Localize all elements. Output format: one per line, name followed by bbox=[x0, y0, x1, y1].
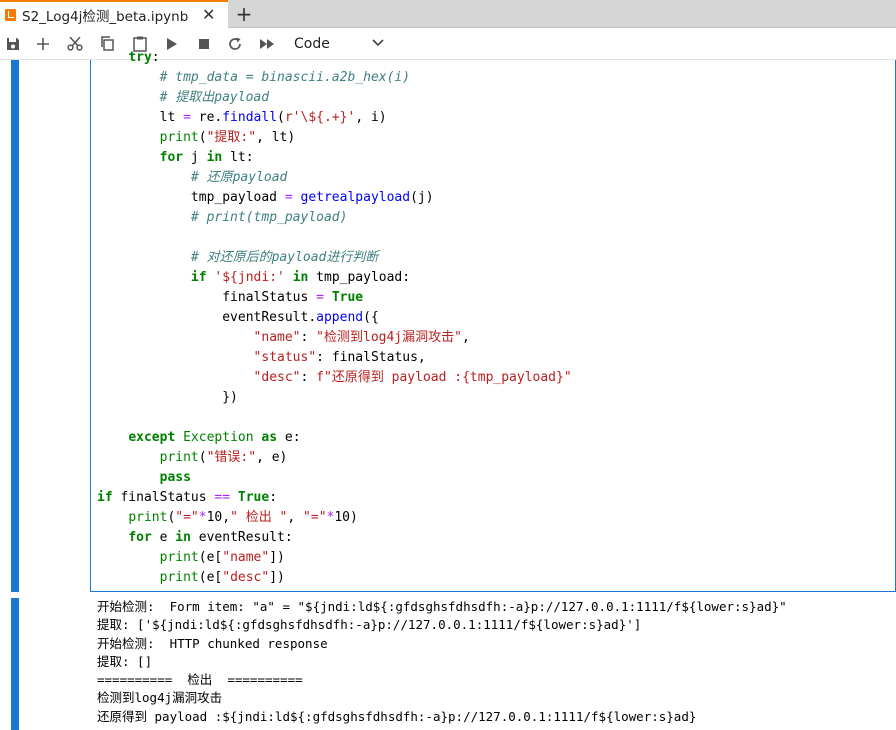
insert-cell-button[interactable] bbox=[32, 28, 54, 59]
code-line[interactable]: }) bbox=[97, 390, 238, 405]
notebook-tab[interactable]: S2_Log4j检测_beta.ipynb ✕ bbox=[0, 0, 228, 28]
new-tab-button[interactable]: + bbox=[229, 0, 259, 27]
code-line[interactable]: finalStatus = True bbox=[97, 290, 363, 305]
close-tab-icon[interactable]: ✕ bbox=[202, 5, 215, 24]
output-line: 提取: ['${jndi:ld${:gfdsghsfdhsdfh:-a}p://… bbox=[97, 617, 642, 633]
code-line[interactable]: "desc": f"还原得到 payload :{tmp_payload}" bbox=[97, 370, 572, 385]
code-line[interactable]: # print(tmp_payload) bbox=[97, 210, 348, 225]
output-line: 开始检测: Form item: "a" = "${jndi:ld${:gfds… bbox=[97, 599, 787, 614]
cut-cell-button[interactable] bbox=[64, 28, 86, 59]
output-line: 开始检测: HTTP chunked response bbox=[97, 635, 328, 651]
output-line: 提取: [] bbox=[97, 653, 153, 669]
code-line[interactable]: print(e["name"]) bbox=[97, 550, 285, 565]
code-editor-text[interactable]: try: # tmp_data = binascii.a2b_hex(i) # … bbox=[97, 48, 572, 588]
code-line[interactable]: # tmp_data = binascii.a2b_hex(i) bbox=[97, 70, 410, 85]
code-line[interactable]: if finalStatus == True: bbox=[97, 490, 277, 505]
active-cell-collapser[interactable] bbox=[11, 60, 19, 592]
code-line[interactable]: # 还原payload bbox=[97, 170, 287, 185]
code-line[interactable]: except Exception as e: bbox=[97, 430, 300, 445]
code-line[interactable]: # 提取出payload bbox=[97, 90, 269, 105]
fast-forward-icon bbox=[260, 38, 274, 49]
code-line[interactable]: "name": "检测到log4j漏洞攻击", bbox=[97, 330, 470, 345]
save-icon bbox=[7, 37, 19, 50]
save-button[interactable] bbox=[2, 28, 24, 59]
plus-icon bbox=[37, 37, 49, 50]
code-line[interactable]: if '${jndi:' in tmp_payload: bbox=[97, 270, 410, 285]
output-collapser[interactable] bbox=[11, 598, 19, 730]
code-line[interactable]: print("错误:", e) bbox=[97, 450, 288, 465]
output-line: 检测到log4j漏洞攻击 bbox=[97, 690, 223, 706]
chevron-down-icon bbox=[372, 39, 384, 47]
output-line: 还原得到 payload :${jndi:ld${:gfdsghsfdhsdfh… bbox=[97, 708, 697, 724]
code-line[interactable]: eventResult.append({ bbox=[97, 310, 379, 325]
code-line[interactable]: try: bbox=[97, 50, 159, 65]
stop-icon bbox=[199, 38, 209, 49]
code-line[interactable]: # 对还原后的payload进行判断 bbox=[97, 250, 378, 265]
notebook-icon bbox=[5, 9, 16, 21]
tab-title[interactable]: S2_Log4j检测_beta.ipynb bbox=[22, 5, 188, 25]
code-line[interactable]: pass bbox=[97, 470, 191, 485]
code-line[interactable]: "status": finalStatus, bbox=[97, 350, 426, 365]
code-line[interactable]: tmp_payload = getrealpayload(j) bbox=[97, 190, 434, 205]
code-line[interactable]: lt = re.findall(r'\${.+}', i) bbox=[97, 110, 387, 125]
tab-bar: S2_Log4j检测_beta.ipynb ✕ + bbox=[0, 0, 896, 28]
code-line[interactable]: print("="*10," 检出 ", "="*10) bbox=[97, 510, 358, 525]
output-line: ========== 检出 ========== bbox=[97, 672, 303, 688]
code-line[interactable]: print("提取:", lt) bbox=[97, 130, 296, 145]
code-line[interactable]: for j in lt: bbox=[97, 150, 254, 165]
code-line[interactable]: for e in eventResult: bbox=[97, 530, 292, 545]
cell-output: 开始检测: Form item: "a" = "${jndi:ld${:gfds… bbox=[97, 598, 787, 726]
scissors-icon bbox=[67, 36, 83, 51]
code-line[interactable]: print(e["desc"]) bbox=[97, 570, 285, 585]
